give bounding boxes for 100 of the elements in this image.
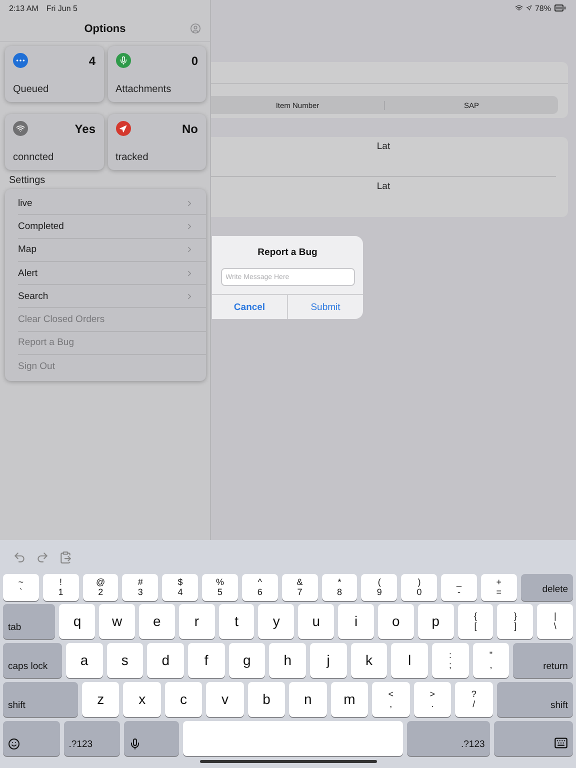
keyboard-key[interactable]: g (228, 643, 266, 678)
keyboard-key[interactable]: delete (520, 574, 574, 601)
keyboard-key[interactable]: ? / (455, 682, 493, 717)
keyboard-key[interactable]: * 8 (322, 574, 358, 601)
chevron-icon (185, 292, 194, 301)
keyboard-key[interactable]: f (188, 643, 225, 678)
dialog-button[interactable]: Cancel (212, 295, 287, 319)
row-label: Lat (376, 181, 390, 193)
settings-row[interactable]: Completed (18, 215, 206, 239)
keyboard-key[interactable]: b (248, 682, 286, 717)
keyboard-key[interactable]: m (330, 682, 368, 717)
keyboard-key[interactable]: : ; (432, 643, 469, 678)
keyboard-key[interactable]: _ - (441, 574, 477, 601)
keyboard-key[interactable]: t (218, 604, 254, 639)
keyboard-key[interactable]: < , (372, 682, 410, 717)
wifi-icon (16, 124, 25, 133)
battery-percent: 78% (534, 4, 551, 12)
keyboard-key[interactable]: > . (414, 682, 452, 717)
keyboard-key[interactable]: y (258, 604, 294, 639)
microphone-icon (128, 738, 141, 750)
keyboard-key[interactable]: v (206, 682, 244, 717)
status-time: 2:13 AM (9, 4, 38, 12)
keyboard-key[interactable]: " , (472, 643, 510, 678)
keyboard-key[interactable]: x (123, 682, 161, 717)
paste-icon[interactable] (59, 550, 72, 564)
keyboard-key[interactable]: ( 9 (361, 574, 398, 601)
settings-row[interactable]: Search (18, 285, 206, 308)
hide-keyboard-key[interactable] (494, 721, 574, 756)
keyboard-key[interactable]: .?123 (64, 721, 120, 756)
section-heading: Settings (8, 174, 46, 188)
settings-row[interactable]: Map (18, 238, 206, 262)
keyboard-key[interactable]: shift (496, 682, 573, 717)
keyboard-key[interactable]: .?123 (406, 721, 490, 756)
keyboard-key[interactable]: s (106, 643, 144, 678)
battery-icon (554, 2, 566, 14)
card-label: Queued (13, 84, 50, 95)
keyboard-key[interactable]: return (513, 643, 573, 678)
settings-label: Clear Closed Orders (18, 314, 105, 326)
keyboard-key[interactable]: r (178, 604, 215, 639)
card-label: Attachments (116, 84, 172, 95)
settings-row[interactable]: Alert (18, 262, 206, 286)
keyboard-key[interactable]: shift (3, 682, 78, 717)
card-value: No (182, 122, 198, 136)
keyboard-key[interactable]: p (418, 604, 454, 639)
redo-icon[interactable] (36, 550, 49, 564)
settings-label: live (18, 198, 32, 209)
keyboard-key[interactable]: } ] (497, 604, 534, 639)
keyboard-key[interactable]: @ 2 (82, 574, 118, 601)
chevron-icon (185, 222, 194, 231)
keyboard-key[interactable]: c (164, 682, 202, 717)
settings-label: Completed (18, 220, 64, 232)
keyboard-key[interactable]: | \ (537, 604, 574, 639)
keyboard-key[interactable]: q (59, 604, 96, 639)
keyboard-key[interactable]: tab (3, 604, 56, 639)
keyboard-key[interactable]: ^ 6 (242, 574, 278, 601)
card-value: Yes (74, 122, 96, 136)
card-value: 4 (88, 54, 96, 68)
keyboard-key[interactable]: # 3 (122, 574, 158, 601)
emoji-key[interactable] (3, 721, 60, 756)
keyboard-key[interactable]: caps lock (3, 643, 62, 678)
keyboard-key[interactable]: + = (480, 574, 517, 601)
keyboard-key[interactable]: z (82, 682, 120, 717)
chevron-icon (185, 268, 194, 278)
dialog-button[interactable]: Submit (287, 295, 363, 319)
undo-icon[interactable] (13, 550, 26, 564)
keyboard-key[interactable]: u (298, 604, 334, 639)
settings-row[interactable]: live (18, 192, 206, 216)
card-value: 0 (191, 54, 198, 68)
keyboard-key[interactable]: h (269, 643, 306, 678)
keyboard-key[interactable]: & 7 (282, 574, 318, 601)
keyboard-key[interactable]: k (350, 643, 388, 678)
keyboard-key[interactable]: l (391, 643, 428, 678)
dictation-key[interactable] (124, 721, 180, 756)
keyboard-key[interactable]: ! 1 (42, 574, 79, 601)
keyboard-key[interactable]: $ 4 (162, 574, 198, 601)
smiley-icon (8, 738, 20, 750)
keyboard-key[interactable]: i (338, 604, 374, 639)
location-arrow-icon (526, 5, 532, 11)
status-date: Fri Jun 5 (46, 4, 78, 12)
keyboard-icon (554, 736, 568, 750)
keyboard-key[interactable]: % 5 (202, 574, 238, 601)
chevron-icon (185, 245, 194, 254)
keyboard-key[interactable]: o (378, 604, 414, 639)
dialog-title: Report a Bug (258, 247, 318, 258)
keyboard-key[interactable]: { [ (458, 604, 494, 639)
keyboard-key[interactable]: e (138, 604, 175, 639)
keyboard-key[interactable]: d (147, 643, 184, 678)
settings-label: Search (18, 290, 48, 302)
keyboard-key[interactable]: n (289, 682, 327, 717)
keyboard-key[interactable]: ~ ` (3, 574, 39, 601)
profile-icon[interactable] (190, 23, 201, 34)
card-label: tracked (116, 152, 150, 163)
keyboard-key[interactable]: a (66, 643, 103, 678)
keyboard-key[interactable]: w (99, 604, 135, 639)
microphone-icon (118, 56, 128, 65)
keyboard-key[interactable]: ) 0 (401, 574, 438, 601)
settings-label: Map (18, 244, 36, 256)
card-label: conncted (13, 152, 55, 163)
location-arrow-icon (119, 124, 127, 132)
keyboard-key[interactable]: j (310, 643, 347, 678)
